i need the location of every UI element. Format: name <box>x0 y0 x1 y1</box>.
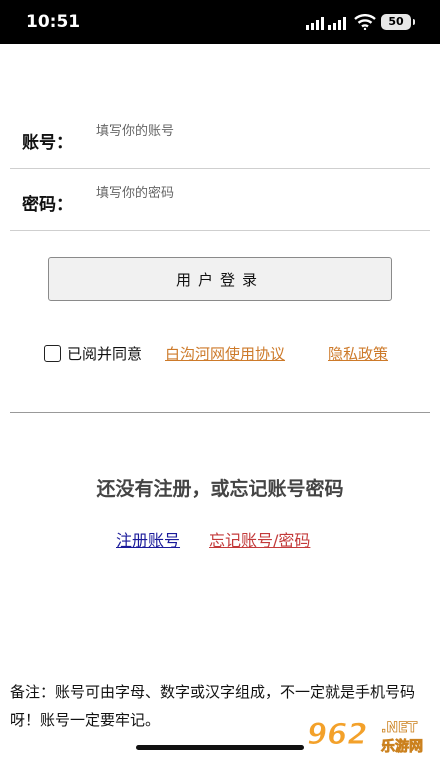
wifi-icon <box>354 14 376 30</box>
cellular-signal-icon <box>306 17 346 30</box>
register-link[interactable]: 注册账号 <box>116 527 180 551</box>
password-input[interactable] <box>90 180 422 206</box>
watermark-logo-number: 962 <box>307 717 368 751</box>
account-row: 账号： <box>10 108 430 169</box>
watermark-logo: 962 .NET 乐游网 <box>303 715 433 755</box>
battery-icon: 50 <box>381 14 415 30</box>
password-label: 密码： <box>22 195 73 215</box>
forgot-password-link[interactable]: 忘记账号/密码 <box>209 527 310 551</box>
register-prompt: 还没有注册，或忘记账号密码 <box>96 478 344 500</box>
watermark-suffix: .NET <box>381 720 418 736</box>
terms-link[interactable]: 白沟河网使用协议 <box>165 343 285 364</box>
account-input[interactable] <box>90 118 422 144</box>
watermark-label: 乐游网 <box>381 738 423 755</box>
home-indicator <box>136 745 304 750</box>
status-time: 10:51 <box>26 12 81 32</box>
privacy-link[interactable]: 隐私政策 <box>328 343 388 364</box>
divider <box>10 412 430 413</box>
account-label: 账号： <box>22 133 73 153</box>
agree-text: 已阅并同意 <box>67 345 143 363</box>
password-row: 密码： <box>10 170 430 231</box>
battery-level: 50 <box>388 15 404 28</box>
status-bar: 10:51 50 <box>0 0 440 44</box>
agree-checkbox[interactable] <box>44 345 61 362</box>
login-button[interactable]: 用户登录 <box>48 257 392 301</box>
